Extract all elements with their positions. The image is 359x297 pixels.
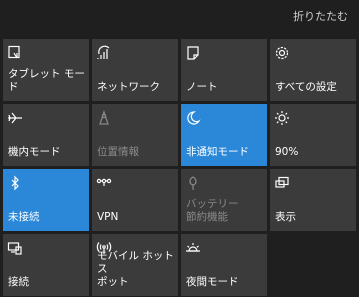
tile-bluetooth[interactable]: 未接続: [3, 169, 89, 231]
collapse-link[interactable]: 折りたたむ: [293, 8, 348, 24]
tile-tablet-mode[interactable]: タブレット モード: [3, 39, 89, 101]
network-icon: [95, 44, 113, 62]
tile-label: モバイル ホットス ポット: [97, 250, 174, 288]
tile-project[interactable]: 表示: [270, 169, 356, 231]
vpn-icon: [95, 174, 113, 192]
tile-label: 夜間モード: [186, 276, 239, 288]
connect-icon: [6, 239, 24, 257]
moon-icon: [184, 109, 202, 127]
tile-label: 90%: [275, 146, 299, 158]
tile-label: VPN: [97, 211, 119, 223]
note-icon: [184, 44, 202, 62]
tile-quiet-hours[interactable]: 非通知モード: [181, 104, 267, 166]
night-light-icon: [184, 239, 202, 257]
quick-actions-grid: タブレット モード ネットワーク ノート すべての設定 機内モード 位置情報 非…: [3, 39, 356, 296]
tile-night-light[interactable]: 夜間モード: [181, 234, 267, 296]
tile-note[interactable]: ノート: [181, 39, 267, 101]
tile-label: ネットワーク: [97, 81, 160, 93]
tablet-mode-icon: [6, 44, 24, 62]
tile-label: 未接続: [8, 211, 40, 223]
tile-airplane-mode[interactable]: 機内モード: [3, 104, 89, 166]
tile-all-settings[interactable]: すべての設定: [270, 39, 356, 101]
battery-saver-icon: [184, 174, 202, 192]
airplane-icon: [6, 109, 24, 127]
tile-battery-saver[interactable]: バッテリー 節約機能: [181, 169, 267, 231]
tile-mobile-hotspot[interactable]: モバイル ホットス ポット: [92, 234, 178, 296]
tile-label: バッテリー 節約機能: [186, 198, 239, 223]
tile-label: タブレット モード: [8, 68, 85, 93]
tile-network[interactable]: ネットワーク: [92, 39, 178, 101]
tile-label: 位置情報: [97, 146, 139, 158]
location-icon: [95, 109, 113, 127]
tile-label: 接続: [8, 276, 29, 288]
tile-location[interactable]: 位置情報: [92, 104, 178, 166]
tile-connect[interactable]: 接続: [3, 234, 89, 296]
tile-brightness[interactable]: 90%: [270, 104, 356, 166]
tile-label: 表示: [275, 211, 296, 223]
action-center-panel: 折りたたむ タブレット モード ネットワーク ノート すべての設定 機内モード …: [0, 0, 359, 297]
project-icon: [273, 174, 291, 192]
tile-label: ノート: [186, 81, 218, 93]
gear-icon: [273, 44, 291, 62]
tile-label: すべての設定: [275, 81, 337, 93]
bluetooth-icon: [6, 174, 24, 192]
empty-slot: [270, 234, 356, 296]
brightness-icon: [273, 109, 291, 127]
tile-label: 機内モード: [8, 146, 61, 158]
tile-vpn[interactable]: VPN: [92, 169, 178, 231]
tile-label: 非通知モード: [186, 146, 249, 158]
